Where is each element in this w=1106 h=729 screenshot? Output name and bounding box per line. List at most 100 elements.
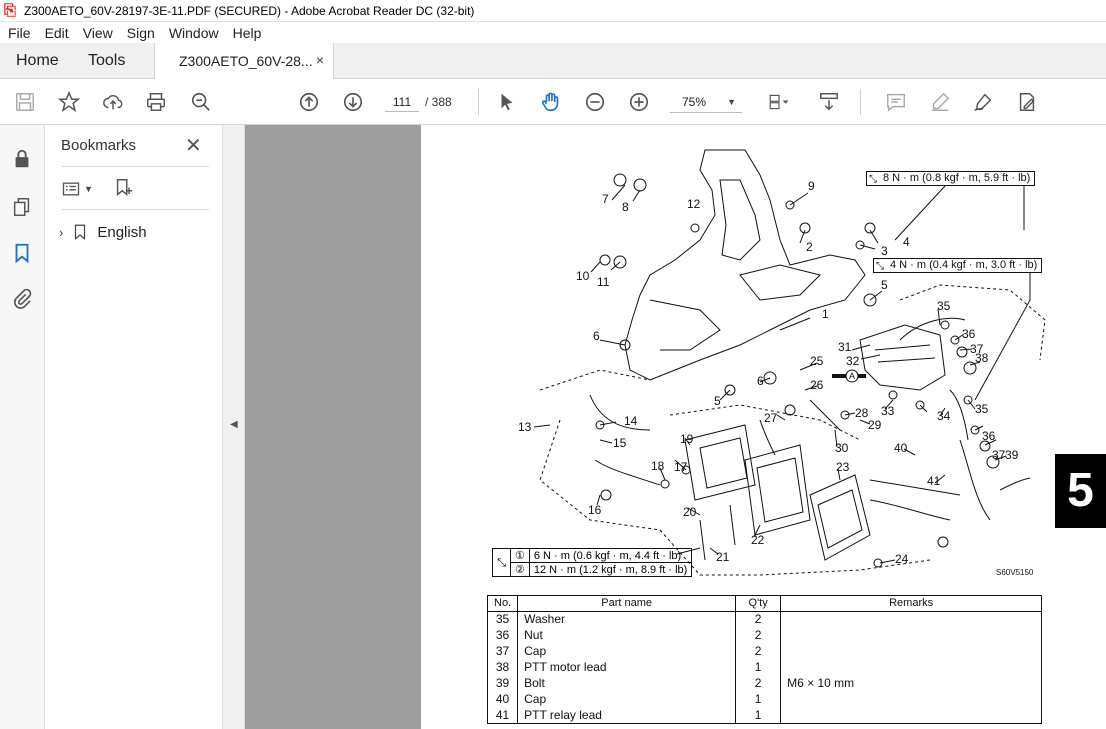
- parts-table-row: 38 PTT motor lead 1: [486, 659, 1043, 676]
- header-part-name: Part name: [517, 595, 737, 612]
- torque-value: 6 N · m (0.6 kgf · m, 4.4 ft · lb): [528, 548, 693, 563]
- bookmarks-title: Bookmarks: [61, 137, 137, 154]
- page-number-input[interactable]: 111: [385, 92, 419, 112]
- bookmark-icon: [75, 224, 86, 241]
- part-remarks: [780, 643, 1043, 660]
- torque-wrench-icon: ⤡: [869, 174, 877, 185]
- scroll-mode-icon[interactable]: [816, 89, 842, 115]
- page-total: / 388: [425, 95, 452, 109]
- print-icon[interactable]: [143, 89, 169, 115]
- tab-home[interactable]: Home: [16, 52, 59, 70]
- part-remarks: M6 × 10 mm: [780, 675, 1043, 692]
- part-name: PTT relay lead: [517, 707, 737, 724]
- panel-splitter[interactable]: ◀: [223, 125, 245, 729]
- acrobat-pdf-icon: ⎘: [4, 1, 17, 19]
- divider: [61, 209, 209, 210]
- torque-mark: ②: [510, 562, 530, 577]
- part-number: 35: [486, 611, 519, 628]
- bookmark-icon[interactable]: [10, 241, 34, 265]
- toolbar: 111 / 388 75% ▼: [0, 79, 1106, 125]
- divider: [61, 166, 209, 167]
- tab-document-label: Z300AETO_60V-28...: [179, 53, 313, 69]
- part-number: 41: [486, 707, 519, 724]
- torque-note-2: ⤡ 4 N · m (0.4 kgf · m, 3.0 ft · lb): [873, 258, 1043, 273]
- menu-help[interactable]: Help: [233, 25, 262, 41]
- save-icon[interactable]: [12, 89, 38, 115]
- window-title: Z300AETO_60V-28197-3E-11.PDF (SECURED) -…: [24, 3, 475, 18]
- star-icon[interactable]: [56, 89, 82, 115]
- part-name: Cap: [517, 691, 737, 708]
- part-name: Bolt: [517, 675, 737, 692]
- fill-sign-icon[interactable]: [1014, 89, 1040, 115]
- parts-table-row: 41 PTT relay lead 1: [486, 707, 1043, 724]
- document-background: [245, 125, 421, 729]
- part-qty: 1: [735, 707, 782, 724]
- part-number: 36: [486, 627, 519, 644]
- parts-table-row: 35 Washer 2: [486, 611, 1043, 628]
- sign-pen-icon[interactable]: [970, 89, 996, 115]
- menu-edit[interactable]: Edit: [45, 25, 69, 41]
- tab-bar: Home Tools Z300AETO_60V-28... ×: [0, 43, 1106, 79]
- comment-icon[interactable]: [883, 89, 909, 115]
- part-number: 38: [486, 659, 519, 676]
- previous-page-icon[interactable]: [296, 89, 322, 115]
- part-name: PTT motor lead: [517, 659, 737, 676]
- list-options-icon: [62, 182, 80, 196]
- hand-tool-icon[interactable]: [538, 89, 564, 115]
- zoom-in-icon[interactable]: [626, 89, 652, 115]
- part-remarks: [780, 707, 1043, 724]
- next-page-icon[interactable]: [340, 89, 366, 115]
- lock-icon[interactable]: [10, 147, 34, 171]
- menu-window[interactable]: Window: [169, 25, 219, 41]
- select-cursor-icon[interactable]: [494, 89, 520, 115]
- bookmark-item-english[interactable]: › English: [59, 223, 147, 241]
- menu-bar: File Edit View Sign Window Help: [0, 22, 1106, 43]
- tab-document[interactable]: Z300AETO_60V-28... ×: [154, 43, 334, 79]
- section-number-tab: 5: [1055, 454, 1106, 528]
- attachment-paperclip-icon[interactable]: [10, 287, 34, 311]
- torque-wrench-icon: ⤡: [492, 548, 511, 577]
- bookmark-item-label: English: [97, 223, 147, 241]
- part-name: Washer: [517, 611, 737, 628]
- header-remarks: Remarks: [780, 595, 1043, 612]
- menu-sign[interactable]: Sign: [127, 25, 155, 41]
- torque-note-2-text: 4 N · m (0.4 kgf · m, 3.0 ft · lb): [890, 259, 1038, 271]
- bookmark-options-button[interactable]: ▼: [61, 179, 93, 199]
- header-qty: Q'ty: [735, 595, 782, 612]
- zoom-out-icon[interactable]: [582, 89, 608, 115]
- zoom-out-search-icon[interactable]: [188, 89, 214, 115]
- part-number: 40: [486, 691, 519, 708]
- part-remarks: [780, 627, 1043, 644]
- menu-view[interactable]: View: [83, 25, 113, 41]
- chevron-down-icon: ▼: [727, 97, 736, 107]
- torque-wrench-icon: ⤡: [876, 261, 884, 272]
- parts-table-row: 39 Bolt 2 M6 × 10 mm: [486, 675, 1043, 692]
- tab-tools[interactable]: Tools: [88, 52, 125, 70]
- bookmarks-panel: Bookmarks ✕ ▼ › English: [45, 125, 223, 729]
- page-thumbnails-icon[interactable]: [10, 195, 34, 219]
- part-remarks: [780, 659, 1043, 676]
- part-name: Cap: [517, 643, 737, 660]
- tab-close-button[interactable]: ×: [316, 52, 324, 68]
- torque-row: ② 12 N · m (1.2 kgf · m, 8.9 ft · lb): [493, 562, 693, 577]
- parts-table-row: 37 Cap 2: [486, 643, 1043, 660]
- bookmark-add-icon: [116, 179, 133, 196]
- new-bookmark-button[interactable]: [113, 177, 135, 204]
- chevron-down-icon: ▼: [84, 184, 93, 194]
- part-remarks: [780, 691, 1043, 708]
- zoom-level-value: 75%: [682, 95, 707, 109]
- toolbar-separator: [478, 89, 479, 115]
- torque-note-1-text: 8 N · m (0.8 kgf · m, 5.9 ft · lb): [883, 172, 1031, 184]
- zoom-level-select[interactable]: 75% ▼: [670, 91, 742, 113]
- parts-table-row: 36 Nut 2: [486, 627, 1043, 644]
- upload-cloud-icon[interactable]: [100, 89, 126, 115]
- part-remarks: [780, 611, 1043, 628]
- highlight-pen-icon[interactable]: [927, 89, 953, 115]
- collapse-arrow-icon[interactable]: ◀: [230, 419, 238, 430]
- figure-code: S60V5150: [996, 568, 1034, 577]
- chevron-right-icon[interactable]: ›: [59, 225, 63, 240]
- bookmarks-close-button[interactable]: ✕: [185, 133, 202, 158]
- page-view-icon[interactable]: [762, 89, 796, 115]
- menu-file[interactable]: File: [8, 25, 31, 41]
- toolbar-separator: [860, 89, 861, 115]
